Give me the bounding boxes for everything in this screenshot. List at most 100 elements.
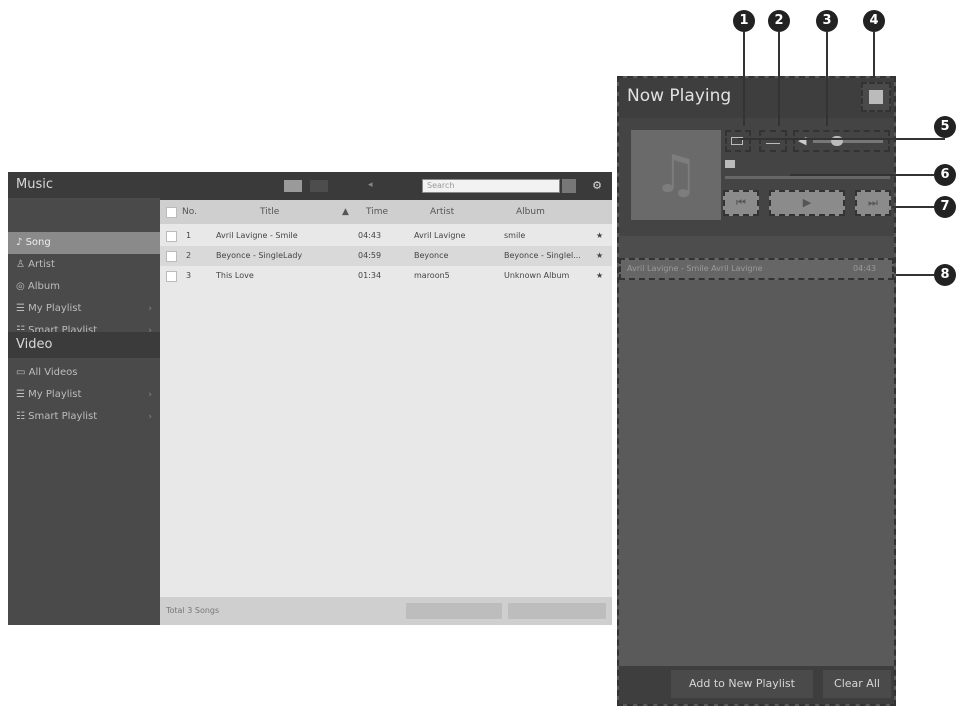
- disc-icon: ◎: [16, 281, 28, 292]
- list-footer: Total 3 Songs: [160, 597, 612, 625]
- cell-no: 2: [186, 251, 192, 260]
- table-row[interactable]: 1 Avril Lavigne - Smile 04:43 Avril Lavi…: [160, 226, 612, 246]
- select-all-checkbox[interactable]: [166, 207, 177, 218]
- minimize-panel-button[interactable]: [861, 82, 891, 112]
- song-list: No. Title ▲ Time Artist Album 1 Avril La…: [160, 200, 612, 625]
- video-icon: ▭: [16, 367, 29, 378]
- column-title[interactable]: Title: [260, 200, 279, 224]
- table-row[interactable]: 2 Beyonce - SingleLady 04:59 Beyonce Bey…: [160, 246, 612, 266]
- track-row-text: Avril Lavigne - Smile Avril Lavigne: [627, 264, 763, 273]
- now-playing-header: Now Playing: [619, 78, 894, 118]
- play-button[interactable]: ▶: [769, 190, 845, 216]
- row-checkbox[interactable]: [166, 231, 177, 242]
- cell-artist: Beyonce: [414, 251, 449, 260]
- volume-icon[interactable]: ◂: [368, 180, 384, 192]
- callout-badge-1: 1: [733, 10, 755, 32]
- progress-bar[interactable]: [725, 176, 890, 179]
- library-toolbar: ◂ Search ⚙: [160, 172, 612, 200]
- playlist-icon: ☰: [16, 389, 29, 400]
- library-sidebar: Music ♪ Song ♙ Artist ◎ Album ☰ My Playl…: [8, 172, 160, 625]
- callout-badge-2: 2: [768, 10, 790, 32]
- music-section-header: Music: [8, 172, 160, 198]
- table-header: No. Title ▲ Time Artist Album: [160, 200, 612, 224]
- callout-leader-5: [738, 138, 945, 140]
- sidebar-item-video-my-playlist[interactable]: ☰ My Playlist ›: [8, 384, 160, 406]
- now-playing-track-row[interactable]: Avril Lavigne - Smile Avril Lavigne 04:4…: [619, 258, 894, 280]
- column-no[interactable]: No.: [182, 200, 197, 224]
- cell-title: Avril Lavigne - Smile: [216, 231, 298, 240]
- smart-playlist-icon: ☷: [16, 411, 29, 422]
- speaker-icon: ◀: [798, 134, 807, 147]
- play-icon: ▶: [802, 196, 812, 209]
- now-playing-title: Now Playing: [627, 86, 732, 106]
- cell-album: Unknown Album: [504, 271, 570, 280]
- cell-artist: maroon5: [414, 271, 450, 280]
- column-album[interactable]: Album: [516, 200, 545, 224]
- skip-forward-icon: ⏭: [868, 196, 878, 209]
- song-count: Total 3 Songs: [166, 606, 220, 615]
- sidebar-item-my-playlist[interactable]: ☰ My Playlist ›: [8, 298, 160, 320]
- footer-action-button-1[interactable]: [406, 603, 502, 619]
- player-controls-area: ♫ ◀ ⏮ ▶ ⏭: [619, 118, 894, 236]
- track-info-icon: [725, 160, 735, 168]
- shuffle-button[interactable]: [759, 130, 787, 152]
- volume-track: [813, 140, 883, 143]
- sidebar-item-video-smart-playlist[interactable]: ☷ Smart Playlist ›: [8, 406, 160, 428]
- callout-badge-4: 4: [863, 10, 885, 32]
- shrink-icon: [869, 90, 883, 104]
- video-section-header: Video: [8, 332, 160, 358]
- star-icon[interactable]: ★: [596, 266, 603, 286]
- grid-view-button[interactable]: [310, 180, 328, 192]
- callout-leader-8: [896, 274, 934, 276]
- callout-badge-8: 8: [934, 264, 956, 286]
- cell-time: 01:34: [358, 271, 382, 280]
- clear-all-button[interactable]: Clear All: [823, 670, 891, 698]
- callout-badge-3: 3: [816, 10, 838, 32]
- list-view-button[interactable]: [284, 180, 302, 192]
- chevron-right-icon: ›: [148, 304, 152, 314]
- cell-album: smile: [504, 231, 526, 240]
- search-button[interactable]: [562, 179, 576, 193]
- cell-title: Beyonce - SingleLady: [216, 251, 303, 260]
- person-icon: ♙: [16, 259, 29, 270]
- callout-leader-3: [826, 32, 828, 126]
- progress-track-area: [619, 236, 894, 258]
- column-artist[interactable]: Artist: [430, 200, 454, 224]
- skip-back-icon: ⏮: [736, 196, 746, 209]
- callout-leader-1: [743, 32, 745, 126]
- row-checkbox[interactable]: [166, 271, 177, 282]
- footer-action-button-2[interactable]: [508, 603, 606, 619]
- previous-button[interactable]: ⏮: [723, 190, 759, 216]
- chevron-right-icon: ›: [148, 412, 152, 422]
- callout-badge-6: 6: [934, 164, 956, 186]
- music-note-icon: ♪: [16, 237, 26, 248]
- cell-no: 3: [186, 271, 192, 280]
- callout-leader-7: [892, 206, 934, 208]
- search-input[interactable]: Search: [422, 179, 560, 193]
- track-row-time: 04:43: [853, 264, 877, 273]
- repeat-button[interactable]: [725, 130, 751, 152]
- cell-artist: Avril Lavigne: [414, 231, 466, 240]
- cell-title: This Love: [216, 271, 254, 280]
- sidebar-item-album[interactable]: ◎ Album: [8, 276, 160, 298]
- star-icon[interactable]: ★: [596, 226, 603, 246]
- callout-leader-4: [873, 32, 875, 78]
- volume-slider[interactable]: ◀: [793, 130, 890, 152]
- next-button[interactable]: ⏭: [855, 190, 891, 216]
- add-to-new-playlist-button[interactable]: Add to New Playlist: [671, 670, 813, 698]
- sort-arrow-icon: ▲: [342, 207, 349, 217]
- sidebar-item-all-videos[interactable]: ▭ All Videos: [8, 362, 160, 384]
- callout-badge-5: 5: [934, 116, 956, 138]
- callout-leader-2: [778, 32, 780, 126]
- settings-gear-icon[interactable]: ⚙: [590, 179, 604, 193]
- cell-album: Beyonce - Singlel...: [504, 251, 581, 260]
- album-art-placeholder: ♫: [631, 130, 721, 220]
- table-row[interactable]: 3 This Love 01:34 maroon5 Unknown Album …: [160, 266, 612, 286]
- sidebar-item-song[interactable]: ♪ Song: [8, 232, 160, 254]
- row-checkbox[interactable]: [166, 251, 177, 262]
- chevron-right-icon: ›: [148, 390, 152, 400]
- star-icon[interactable]: ★: [596, 246, 603, 266]
- playlist-icon: ☰: [16, 303, 29, 314]
- sidebar-item-artist[interactable]: ♙ Artist: [8, 254, 160, 276]
- column-time[interactable]: Time: [366, 200, 388, 224]
